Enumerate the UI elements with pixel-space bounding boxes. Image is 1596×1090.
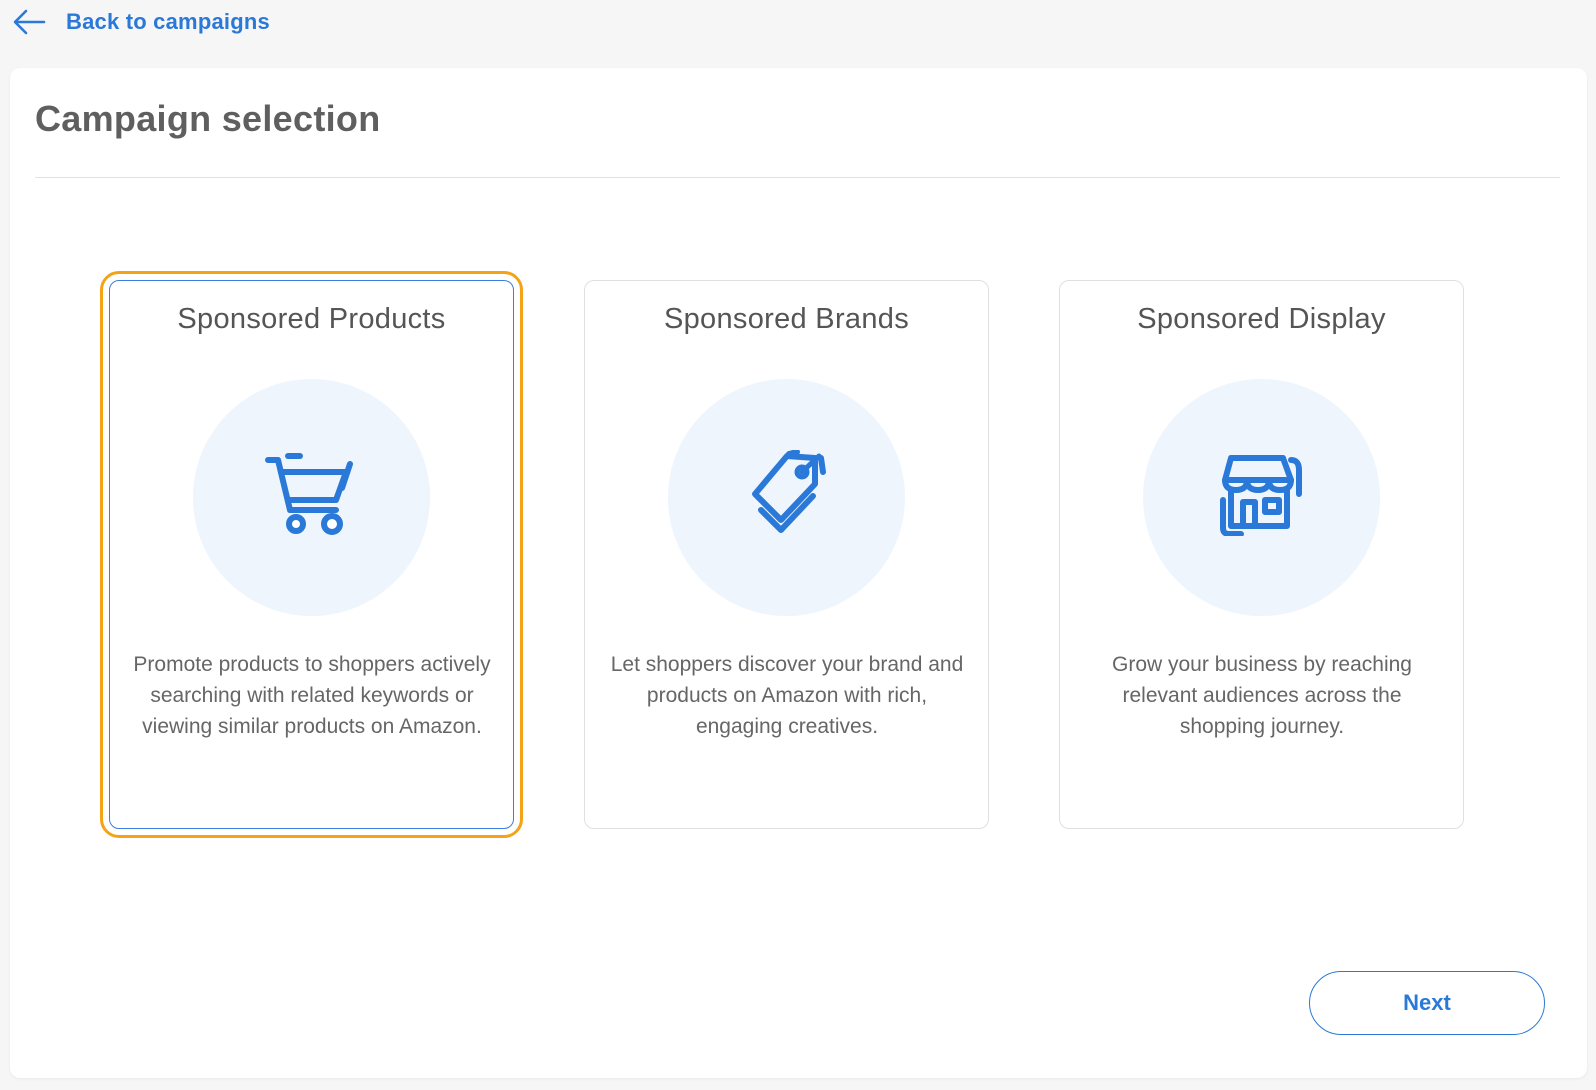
card-title: Sponsored Display (1137, 303, 1386, 335)
card-description: Let shoppers discover your brand and pro… (610, 653, 964, 738)
arrow-left-icon (12, 8, 46, 36)
storefront-icon (1219, 454, 1305, 541)
sponsored-brands-card[interactable]: Sponsored Brands Let shoppers discover y… (584, 280, 989, 829)
card-description: Grow your business by reaching relevant … (1112, 653, 1412, 738)
icon-circle (1143, 379, 1380, 616)
shopping-cart-icon (264, 452, 360, 543)
next-button[interactable]: Next (1309, 971, 1545, 1035)
icon-circle (193, 379, 430, 616)
title-divider (35, 177, 1560, 178)
back-link-label: Back to campaigns (66, 9, 270, 34)
card-description: Promote products to shoppers actively se… (133, 653, 491, 738)
card-title: Sponsored Products (177, 303, 446, 335)
sponsored-display-card[interactable]: Sponsored Display Grow your business by … (1059, 280, 1464, 829)
back-to-campaigns-link[interactable]: Back to campaigns (12, 8, 270, 36)
campaign-selection-panel: Campaign selection Sponsored Products Pr… (10, 68, 1587, 1078)
sponsored-products-card[interactable]: Sponsored Products Promote products to s… (100, 271, 523, 838)
card-title: Sponsored Brands (663, 303, 909, 335)
price-tag-icon (747, 449, 827, 545)
page-title: Campaign selection (35, 98, 381, 139)
icon-circle (668, 379, 905, 616)
